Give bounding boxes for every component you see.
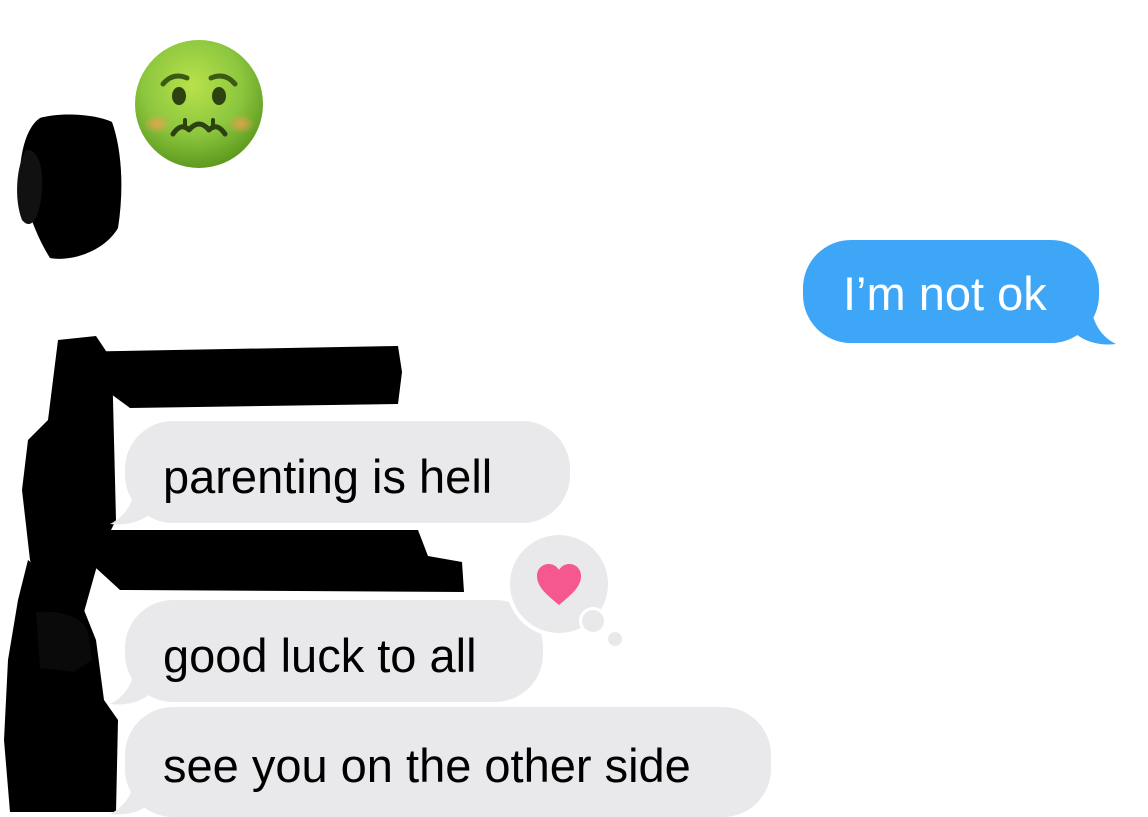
message-text: good luck to all [163,629,477,682]
tapback-tail-dot [582,610,604,632]
message-bubble-received[interactable]: good luck to all [125,600,543,702]
heart-icon [535,563,583,607]
message-text: I’m not ok [843,267,1047,320]
message-bubble-received[interactable]: see you on the other side [125,707,771,817]
message-text: see you on the other side [163,739,691,792]
tapback-tail-dot [608,632,622,646]
nauseated-face-icon [133,38,265,170]
message-bubble-sent[interactable]: I’m not ok [803,240,1099,343]
message-text: parenting is hell [163,450,493,503]
message-bubble-received[interactable]: parenting is hell [125,421,570,523]
